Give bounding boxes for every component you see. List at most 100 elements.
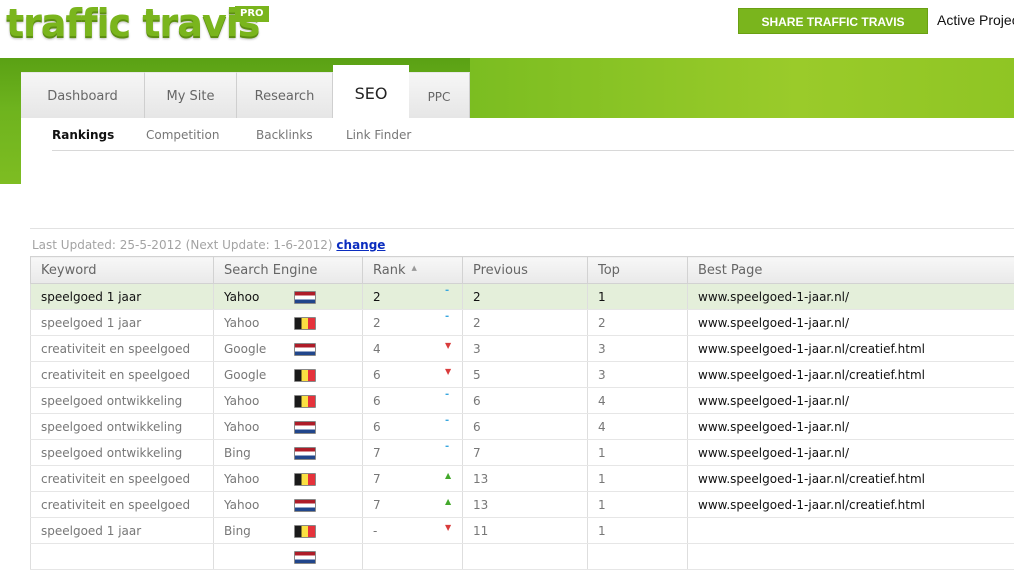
cell-best-page[interactable]: www.speelgoed-1-jaar.nl/creatief.html	[688, 492, 1014, 518]
table-row[interactable]: creativiteit en speelgoedYahoo7▲131www.s…	[31, 466, 1014, 492]
dash-icon: -	[445, 391, 449, 399]
column-header-search-engine[interactable]: Search Engine	[214, 257, 363, 284]
cell-keyword-text: creativiteit en speelgoed	[41, 342, 190, 356]
column-header-rank[interactable]: Rank▲	[363, 257, 463, 284]
subtab-competition[interactable]: Competition	[146, 128, 219, 142]
cell-best-page[interactable]: www.speelgoed-1-jaar.nl/	[688, 310, 1014, 336]
column-header-best-page[interactable]: Best Page	[688, 257, 1014, 284]
cell-rank	[363, 544, 463, 570]
cell-search-engine: Yahoo	[214, 310, 363, 336]
cell-top	[588, 544, 688, 570]
table-row[interactable]: speelgoed 1 jaarBing-▼111	[31, 518, 1014, 544]
tab-dashboard[interactable]: Dashboard	[21, 72, 145, 118]
table-row[interactable]: creativiteit en speelgoedYahoo7▲131www.s…	[31, 492, 1014, 518]
cell-previous-text: 2	[473, 316, 481, 330]
cell-previous: 13	[463, 466, 588, 492]
cell-previous-text: 2	[473, 290, 481, 304]
triangle-up-icon: ▲	[445, 472, 451, 480]
cell-previous-text: 7	[473, 446, 481, 460]
cell-search-engine: Yahoo	[214, 466, 363, 492]
cell-previous-text: 13	[473, 472, 488, 486]
cell-best-page[interactable]: www.speelgoed-1-jaar.nl/creatief.html	[688, 336, 1014, 362]
cell-best-page[interactable]	[688, 518, 1014, 544]
cell-top-text: 1	[598, 524, 606, 538]
cell-keyword-text: speelgoed 1 jaar	[41, 316, 141, 330]
cell-best-page[interactable]: www.speelgoed-1-jaar.nl/	[688, 284, 1014, 310]
header-band-highlight	[470, 58, 1014, 118]
table-row[interactable]: speelgoed 1 jaarYahoo2-21www.speelgoed-1…	[31, 284, 1014, 310]
cell-search-engine-text: Yahoo	[224, 394, 259, 408]
tab-my-site[interactable]: My Site	[145, 72, 237, 118]
table-row[interactable]	[31, 544, 1014, 570]
cell-previous: 3	[463, 336, 588, 362]
tab-ppc[interactable]: PPC	[409, 72, 470, 118]
cell-keyword-text: creativiteit en speelgoed	[41, 472, 190, 486]
cell-best-page[interactable]	[688, 544, 1014, 570]
last-updated-text: Last Updated: 25-5-2012 (Next Update: 1-…	[32, 238, 333, 252]
active-project-label[interactable]: Active Project	[937, 12, 1014, 28]
table-row[interactable]: creativiteit en speelgoedGoogle4▼33www.s…	[31, 336, 1014, 362]
dash-icon: -	[445, 443, 449, 451]
cell-rank-text: 6	[373, 420, 381, 434]
cell-rank: 6-	[363, 414, 463, 440]
tab-seo[interactable]: SEO	[333, 65, 409, 118]
cell-search-engine-text: Yahoo	[224, 316, 259, 330]
cell-best-page[interactable]: www.speelgoed-1-jaar.nl/	[688, 414, 1014, 440]
cell-rank: 6-	[363, 388, 463, 414]
table-row[interactable]: creativiteit en speelgoedGoogle6▼53www.s…	[31, 362, 1014, 388]
table-row[interactable]: speelgoed ontwikkelingYahoo6-64www.speel…	[31, 388, 1014, 414]
pro-badge: PRO	[235, 6, 269, 22]
cell-keyword-text: creativiteit en speelgoed	[41, 368, 190, 382]
tab-research[interactable]: Research	[237, 72, 333, 118]
cell-search-engine-text: Bing	[224, 524, 251, 538]
dash-icon: -	[445, 313, 449, 321]
cell-rank: 7▲	[363, 466, 463, 492]
cell-keyword: speelgoed ontwikkeling	[31, 388, 214, 414]
cell-best-page[interactable]: www.speelgoed-1-jaar.nl/	[688, 388, 1014, 414]
column-header-previous[interactable]: Previous	[463, 257, 588, 284]
cell-keyword: speelgoed 1 jaar	[31, 518, 214, 544]
cell-previous: 13	[463, 492, 588, 518]
belgium-flag-icon	[294, 317, 316, 330]
cell-keyword-text: speelgoed ontwikkeling	[41, 394, 182, 408]
cell-keyword-text: speelgoed ontwikkeling	[41, 420, 182, 434]
table-row[interactable]: speelgoed 1 jaarYahoo2-22www.speelgoed-1…	[31, 310, 1014, 336]
cell-rank-text: -	[373, 524, 377, 538]
cell-best-page-text: www.speelgoed-1-jaar.nl/	[698, 446, 849, 460]
cell-top-text: 1	[598, 472, 606, 486]
belgium-flag-icon	[294, 473, 316, 486]
cell-top: 1	[588, 466, 688, 492]
cell-keyword: speelgoed ontwikkeling	[31, 440, 214, 466]
cell-best-page[interactable]: www.speelgoed-1-jaar.nl/creatief.html	[688, 466, 1014, 492]
change-update-link[interactable]: change	[336, 238, 385, 252]
subtab-link-finder[interactable]: Link Finder	[346, 128, 411, 142]
cell-keyword: creativiteit en speelgoed	[31, 492, 214, 518]
triangle-down-icon: ▼	[445, 524, 451, 532]
netherlands-flag-icon	[294, 291, 316, 304]
table-row[interactable]: speelgoed ontwikkelingYahoo6-64www.speel…	[31, 414, 1014, 440]
cell-previous: 6	[463, 414, 588, 440]
cell-rank-text: 7	[373, 472, 381, 486]
triangle-down-icon: ▼	[445, 342, 451, 350]
triangle-down-icon: ▼	[445, 368, 451, 376]
cell-rank-text: 7	[373, 446, 381, 460]
cell-search-engine: Yahoo	[214, 388, 363, 414]
subtab-rankings[interactable]: Rankings	[52, 128, 114, 142]
cell-keyword: speelgoed ontwikkeling	[31, 414, 214, 440]
cell-best-page-text: www.speelgoed-1-jaar.nl/creatief.html	[698, 472, 925, 486]
table-row[interactable]: speelgoed ontwikkelingBing7-71www.speelg…	[31, 440, 1014, 466]
cell-best-page[interactable]: www.speelgoed-1-jaar.nl/	[688, 440, 1014, 466]
table-header-row: Keyword Search Engine Rank▲ Previous Top…	[31, 257, 1014, 284]
cell-top-text: 1	[598, 290, 606, 304]
share-traffic-travis-button[interactable]: SHARE TRAFFIC TRAVIS	[738, 8, 928, 34]
dash-icon: -	[445, 287, 449, 295]
cell-search-engine-text: Google	[224, 368, 266, 382]
cell-keyword: creativiteit en speelgoed	[31, 466, 214, 492]
column-header-keyword[interactable]: Keyword	[31, 257, 214, 284]
content-divider	[30, 228, 1014, 229]
cell-top: 1	[588, 284, 688, 310]
subtab-backlinks[interactable]: Backlinks	[256, 128, 313, 142]
sort-ascending-icon: ▲	[411, 264, 416, 272]
column-header-top[interactable]: Top	[588, 257, 688, 284]
cell-best-page[interactable]: www.speelgoed-1-jaar.nl/creatief.html	[688, 362, 1014, 388]
